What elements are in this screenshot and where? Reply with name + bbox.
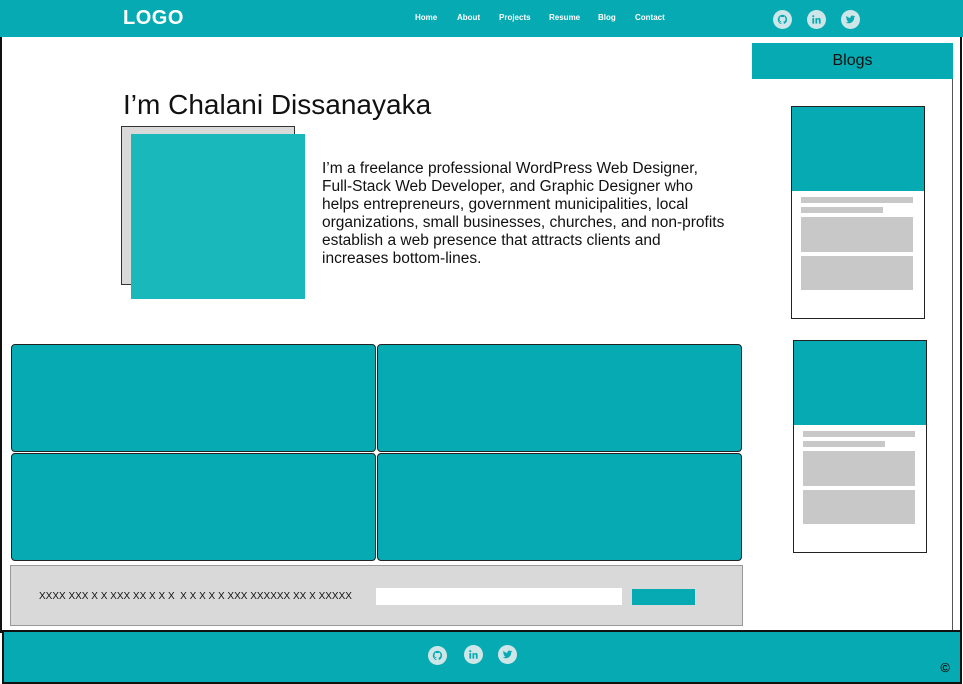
blog-subtitle-placeholder — [803, 441, 885, 447]
linkedin-icon[interactable] — [807, 10, 826, 29]
blog-excerpt-placeholder — [801, 217, 913, 252]
blogs-header: Blogs — [752, 43, 953, 79]
newsletter-text: XXXX XXX X X XXX XX X X X X X X X X XXX … — [39, 591, 352, 602]
nav-resume[interactable]: Resume — [549, 13, 580, 22]
copyright-symbol: © — [940, 660, 950, 675]
profile-photo-placeholder — [131, 134, 305, 299]
twitter-icon[interactable] — [498, 645, 517, 664]
blog-title-placeholder — [801, 197, 913, 203]
newsletter-bar: XXXX XXX X X XXX XX X X X X X X X X XXX … — [10, 565, 743, 626]
logo[interactable]: LOGO — [123, 7, 184, 30]
project-card[interactable] — [377, 344, 742, 452]
project-card[interactable] — [11, 344, 376, 452]
nav-blog[interactable]: Blog — [598, 13, 616, 22]
twitter-icon[interactable] — [841, 10, 860, 29]
blog-excerpt-placeholder — [803, 451, 915, 486]
linkedin-icon[interactable] — [464, 645, 483, 664]
bio-text: I’m a freelance professional WordPress W… — [322, 160, 725, 267]
nav-contact[interactable]: Contact — [635, 13, 665, 22]
blog-card[interactable] — [791, 106, 925, 319]
footer: © — [2, 630, 962, 684]
blog-excerpt-placeholder — [803, 490, 915, 524]
blog-subtitle-placeholder — [801, 207, 883, 213]
page-frame-right — [960, 37, 962, 633]
nav-about[interactable]: About — [457, 13, 480, 22]
project-card[interactable] — [377, 453, 742, 561]
newsletter-submit-button[interactable] — [632, 589, 695, 605]
page-frame-left — [0, 37, 2, 633]
github-icon[interactable] — [773, 10, 792, 29]
project-card[interactable] — [11, 453, 376, 561]
blog-excerpt-placeholder — [801, 256, 913, 290]
top-header: LOGO Home About Projects Resume Blog Con… — [0, 0, 963, 37]
blog-card[interactable] — [793, 340, 927, 553]
github-icon[interactable] — [428, 646, 447, 665]
sidebar-divider — [952, 44, 953, 632]
blog-thumbnail — [792, 107, 924, 191]
page-title: I’m Chalani Dissanayaka — [123, 89, 432, 120]
blog-thumbnail — [794, 341, 926, 425]
newsletter-email-input[interactable] — [376, 588, 622, 605]
nav-home[interactable]: Home — [415, 13, 437, 22]
nav-projects[interactable]: Projects — [499, 13, 531, 22]
blog-title-placeholder — [803, 431, 915, 437]
